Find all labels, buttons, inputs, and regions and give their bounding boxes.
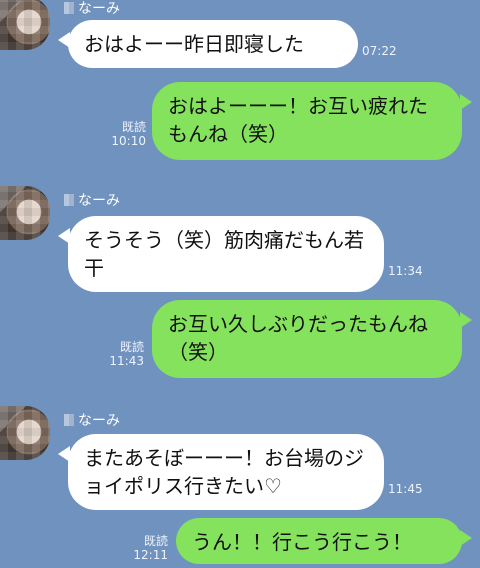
read-label: 既読 <box>143 534 168 548</box>
message-time: 11:43 <box>109 354 144 368</box>
read-receipt: 既読 12:11 <box>124 534 168 562</box>
message-time: 07:22 <box>362 44 397 58</box>
contact-avatar[interactable] <box>0 0 50 50</box>
sender-mosaic-icon <box>64 2 74 14</box>
message-text: おはよーーー！お互い疲れたもんね（笑） <box>168 94 428 146</box>
incoming-message-bubble[interactable]: またあそぼーーー！お台場のジョイポリス行きたい♡ <box>58 434 384 510</box>
sender-name: なーみ <box>64 0 120 18</box>
outgoing-message-bubble[interactable]: おはよーーー！お互い疲れたもんね（笑） <box>152 82 472 160</box>
sender-name: なーみ <box>64 190 120 210</box>
read-receipt: 既読 10:10 <box>102 120 146 148</box>
contact-avatar[interactable] <box>0 406 50 460</box>
read-label: 既読 <box>119 340 144 354</box>
message-time: 12:11 <box>133 548 168 562</box>
message-time: 10:10 <box>111 134 146 148</box>
outgoing-message-bubble[interactable]: お互い久しぶりだったもんね（笑） <box>152 300 472 378</box>
read-label: 既読 <box>121 120 146 134</box>
sender-mosaic-icon <box>64 194 74 206</box>
outgoing-message-bubble[interactable]: うん！！行こう行こう！ <box>176 518 472 564</box>
message-text: おはよーー昨日即寝した <box>84 32 304 56</box>
sender-mosaic-icon <box>64 414 74 426</box>
message-time: 11:34 <box>388 264 423 278</box>
incoming-message-bubble[interactable]: おはよーー昨日即寝した <box>58 20 358 68</box>
message-text: お互い久しぶりだったもんね（笑） <box>168 312 428 364</box>
incoming-message-bubble[interactable]: そうそう（笑）筋肉痛だもん若干 <box>58 216 384 292</box>
message-text: またあそぼーーー！お台場のジョイポリス行きたい♡ <box>84 446 364 498</box>
contact-avatar[interactable] <box>0 186 50 240</box>
message-text: うん！！行こう行こう！ <box>192 530 412 554</box>
message-time: 11:45 <box>388 482 423 496</box>
sender-name: なーみ <box>64 410 120 430</box>
message-text: そうそう（笑）筋肉痛だもん若干 <box>84 228 364 280</box>
read-receipt: 既読 11:43 <box>100 340 144 368</box>
